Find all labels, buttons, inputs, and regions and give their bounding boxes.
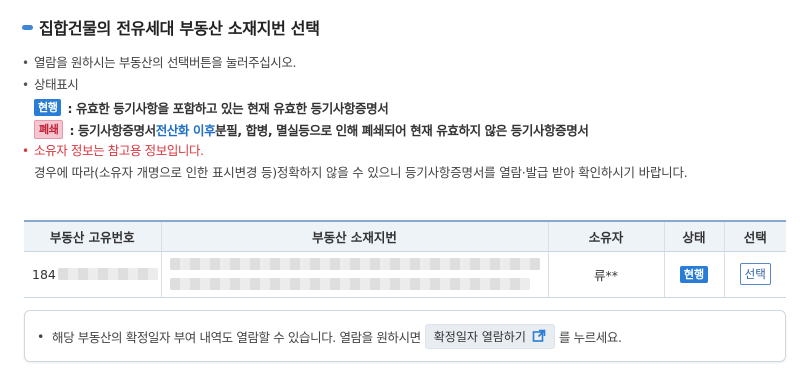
page-title-bar: 집합건물의 전유세대 부동산 소재지번 선택 [22,16,320,38]
owner-info-warning: • 소유자 정보는 참고용 정보입니다. [22,143,204,158]
redacted-address-line2 [169,278,530,290]
note-select-instruction: • 열람을 원하시는 부동산의 선택버튼을 눌러주십시오. [22,55,297,70]
instructions: • 열람을 원하시는 부동산의 선택버튼을 눌러주십시오. • 상태표시 현행 : … [20,52,790,184]
header-select: 선택 [723,220,786,252]
status-badge: 현행 [679,266,709,283]
header-status: 상태 [663,220,724,252]
external-link-icon [532,329,546,342]
confirmation-date-info: • 해당 부동산의 확정일자 부여 내역도 열람할 수 있습니다. 열람을 원하… [24,310,786,362]
page-title: 집합건물의 전유세대 부동산 소재지번 선택 [39,19,320,38]
header-address: 부동산 소재지번 [160,220,548,252]
redacted-id [57,268,158,280]
title-marker [22,24,33,30]
cell-select: 선택 [723,251,786,298]
header-property-id: 부동산 고유번호 [24,220,161,252]
property-table: 부동산 고유번호 부동산 소재지번 소유자 상태 선택 184 류** 현행 선… [24,220,786,298]
table-row: 184 류** 현행 선택 [24,251,786,298]
cell-property-id: 184 [24,251,161,298]
current-badge: 현행 [34,98,62,116]
select-button[interactable]: 선택 [739,263,771,285]
note-status-legend: • 상태표시 [22,77,79,92]
owner-info-detail: 경우에 따라(소유자 개명으로 인한 표시변경 등)정확하지 않을 수 있으니 … [34,165,688,180]
cell-owner: 류** [547,251,664,298]
cell-address [160,251,548,298]
view-confirmation-date-button[interactable]: 확정일자 열람하기 [424,323,555,349]
closed-badge: 폐쇄 [34,119,64,139]
status-closed-legend: 폐쇄 : 등기사항증명서 전산화 이후 분필, 합병, 멸실등으로 인해 폐쇄되… [20,118,790,140]
redacted-address-line1 [169,258,540,270]
status-current-legend: 현행 : 유효한 등기사항을 포함하고 있는 현재 유효한 등기사항증명서 [20,96,790,118]
header-owner: 소유자 [547,220,664,252]
cell-status: 현행 [663,251,724,298]
